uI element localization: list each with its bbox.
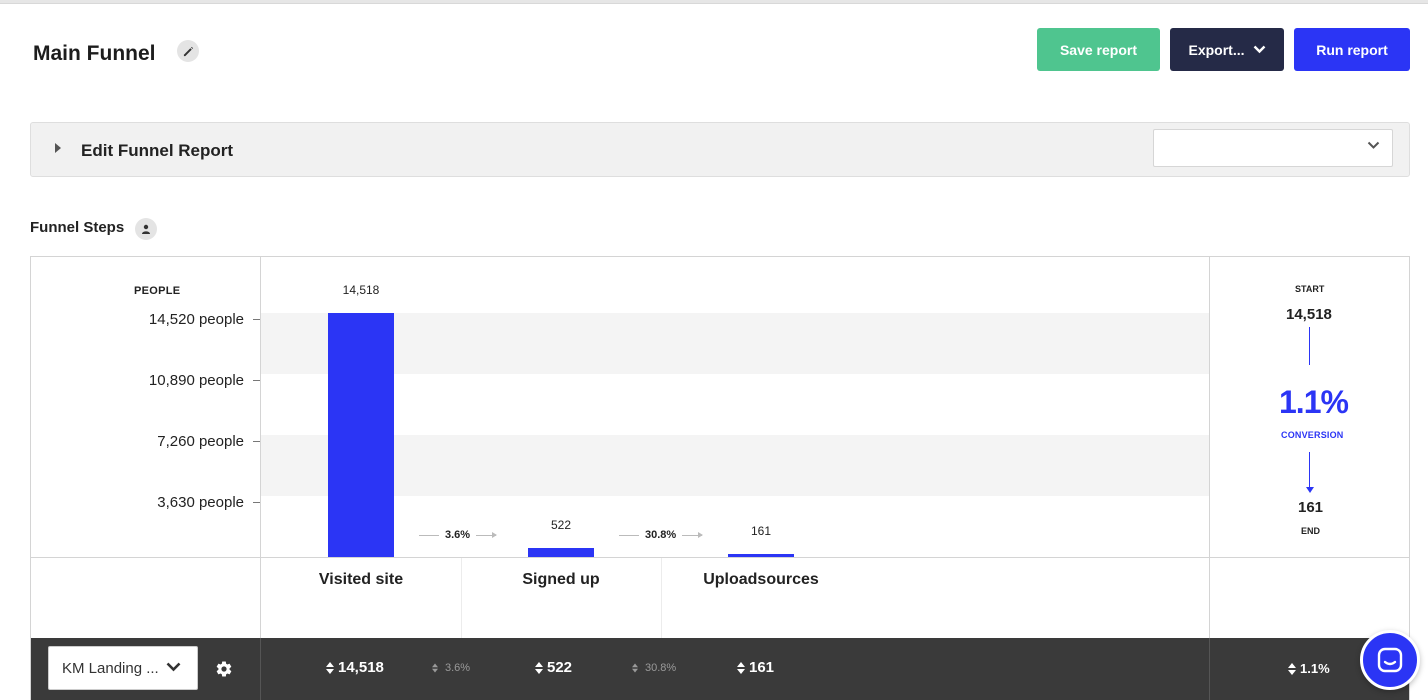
footer-step-total[interactable]: 14,518 [326,659,384,676]
footer-step-total-value: 14,518 [338,659,384,676]
summary-end-value: 161 [1298,499,1324,516]
pencil-icon [183,46,193,56]
chevron-down-icon [1367,141,1380,149]
footer-step-pct[interactable]: 30.8% [631,662,676,674]
step-conversion: 3.6% [419,528,498,542]
step-divider [461,558,462,638]
footer-total-conversion-value: 1.1% [1300,661,1330,676]
segment-select-value: KM Landing ... [62,660,159,677]
conversion-line [419,534,439,536]
save-report-button[interactable]: Save report [1037,28,1160,71]
caret-right-icon [55,143,61,153]
y-tick-label: 3,630 people [157,494,244,511]
conversion-line [619,534,639,536]
step-conversion-pct: 3.6% [445,529,471,541]
segment-select[interactable]: KM Landing ... [48,646,198,690]
chat-icon [1377,647,1403,673]
y-tick-mark [253,380,260,381]
arrow-right-icon [476,531,498,538]
run-report-button[interactable]: Run report [1294,28,1410,71]
people-toggle-button[interactable] [135,218,157,240]
gear-icon [216,661,232,677]
edit-funnel-label: Edit Funnel Report [81,141,234,160]
footer-step-total[interactable]: 161 [737,659,774,676]
summary-connector [1309,452,1310,488]
sort-icon [737,661,745,674]
top-border [0,0,1428,4]
chat-launcher-button[interactable] [1360,630,1420,690]
step-name-visited-site: Visited site [318,571,404,588]
arrow-right-icon [682,531,704,538]
funnel-steps-title: Funnel Steps [30,219,125,236]
edit-title-button[interactable] [177,40,199,62]
save-report-label: Save report [1059,41,1138,58]
summary-start-value: 14,518 [1286,306,1332,323]
footer-step-total-value: 161 [749,659,775,676]
bar-value-label: 14,518 [342,283,380,298]
chart-divider-right [1209,256,1210,700]
chevron-down-icon [166,662,181,672]
y-tick-label: 14,520 people [148,311,244,328]
export-button[interactable]: Export... [1170,28,1284,71]
footer-divider [1209,638,1210,700]
summary-end-label: END [1301,526,1321,536]
y-axis-label: PEOPLE [134,285,181,297]
sort-icon [1288,662,1296,675]
edit-funnel-panel[interactable]: Edit Funnel Report [30,122,1410,177]
results-footer [31,638,1409,700]
step-conversion: 30.8% [619,528,704,542]
chart-band [261,313,1209,374]
footer-step-pct[interactable]: 3.6% [431,662,470,674]
footer-step-pct-value: 30.8% [645,662,677,674]
summary-conversion-pct: 1.1% [1279,384,1349,420]
y-tick-mark [253,441,260,442]
step-name-signed-up: Signed up [522,571,600,588]
step-name-uploadsources: Uploadsources [703,571,819,588]
arrow-down-icon [1306,487,1314,493]
chevron-down-icon [1253,45,1265,54]
funnel-bar-signed-up[interactable] [528,548,594,557]
edit-panel-select[interactable] [1153,129,1393,167]
page-title: Main Funnel [33,42,156,65]
bar-value-label: 522 [550,518,572,533]
footer-step-total-value: 522 [547,659,573,676]
sort-icon [535,661,543,674]
step-conversion-pct: 30.8% [645,529,677,541]
y-tick-label: 7,260 people [157,433,244,450]
run-report-label: Run report [1316,41,1388,58]
footer-step-pct-value: 3.6% [445,662,471,674]
summary-connector [1309,327,1310,365]
export-label: Export... [1188,41,1245,58]
step-divider [661,558,662,638]
bar-value-label: 161 [750,524,772,538]
sort-icon [632,663,638,673]
footer-divider [260,638,261,700]
summary-start-label: START [1295,284,1325,294]
y-tick-mark [253,319,260,320]
funnel-bar-uploadsources[interactable] [728,554,794,557]
sort-icon [326,661,334,674]
segment-settings-button[interactable] [213,658,235,680]
summary-conversion-label: CONVERSION [1281,430,1344,440]
footer-step-total[interactable]: 522 [535,659,572,676]
footer-total-conversion[interactable]: 1.1% [1288,661,1330,676]
y-tick-label: 10,890 people [148,372,244,389]
chart-band [261,435,1209,496]
y-tick-mark [253,502,260,503]
person-icon [142,224,150,234]
chart-baseline [30,557,1410,558]
funnel-bar-visited-site[interactable] [328,313,394,557]
sort-icon [432,663,438,673]
